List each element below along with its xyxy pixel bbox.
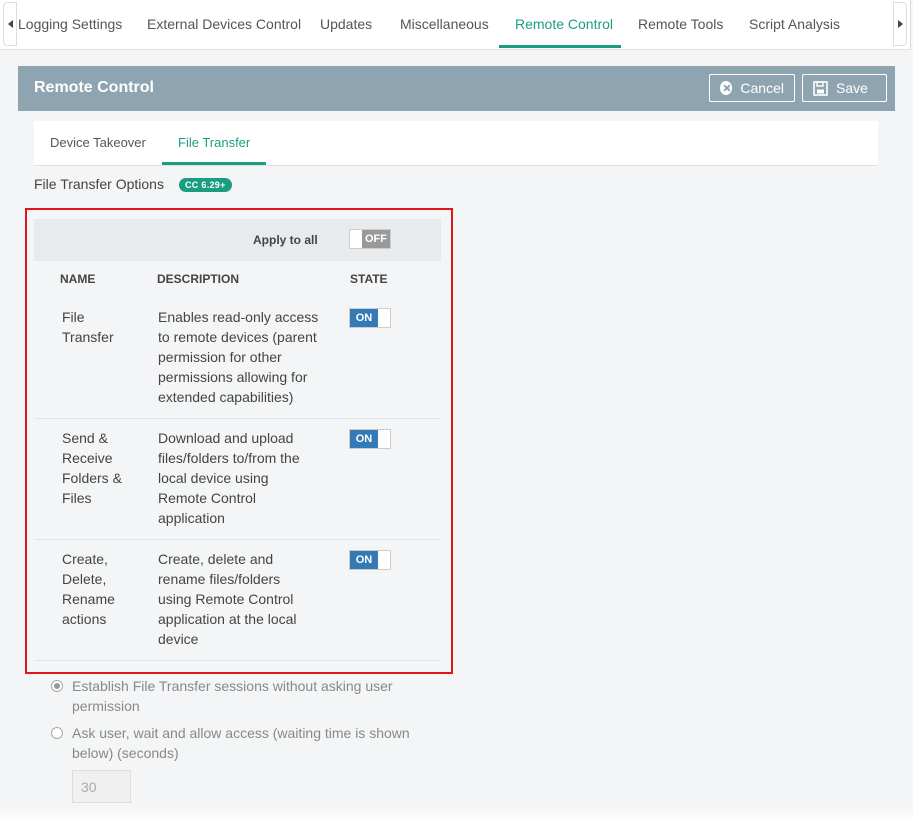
cancel-button[interactable]: Cancel — [709, 74, 795, 102]
cancel-button-label: Cancel — [740, 80, 784, 96]
chevron-left-icon — [7, 20, 13, 28]
tab-script-analysis[interactable]: Script Analysis — [749, 0, 840, 48]
close-circle-icon — [720, 81, 733, 95]
sub-tab-bar: Device Takeover File Transfer — [34, 121, 878, 166]
tab-remote-tools[interactable]: Remote Tools — [638, 0, 723, 48]
active-subtab-indicator — [162, 162, 266, 165]
tab-remote-control[interactable]: Remote Control — [515, 0, 613, 48]
version-badge: CC 6.29+ — [179, 178, 232, 192]
radio-no-permission[interactable] — [51, 680, 63, 692]
section-title: File Transfer Options — [34, 176, 164, 192]
floppy-disk-icon — [813, 80, 828, 96]
scroll-right-button[interactable] — [893, 2, 907, 46]
torn-edge — [0, 808, 913, 839]
radio-ask-user-label[interactable]: Ask user, wait and allow access (waiting… — [72, 723, 410, 763]
tab-updates[interactable]: Updates — [320, 0, 372, 48]
radio-label-line: Ask user, wait and allow access (waiting… — [72, 725, 410, 741]
tab-file-transfer[interactable]: File Transfer — [178, 121, 250, 164]
save-button-label: Save — [836, 80, 868, 96]
radio-label-line: Establish File Transfer sessions without… — [72, 678, 393, 694]
save-button[interactable]: Save — [802, 74, 887, 102]
tab-external-devices-control[interactable]: External Devices Control — [147, 0, 301, 48]
page-title: Remote Control — [34, 79, 154, 96]
radio-ask-user[interactable] — [51, 727, 63, 739]
radio-label-line: permission — [72, 698, 140, 714]
radio-label-line: below) (seconds) — [72, 745, 179, 761]
panel-header: Remote Control Cancel Save — [18, 66, 895, 111]
tab-logging-settings[interactable]: Logging Settings — [18, 0, 122, 48]
scroll-left-button[interactable] — [3, 2, 17, 46]
tab-miscellaneous[interactable]: Miscellaneous — [400, 0, 489, 48]
active-tab-indicator — [499, 45, 621, 48]
settings-tab-bar: Logging Settings External Devices Contro… — [0, 0, 911, 50]
radio-no-permission-label[interactable]: Establish File Transfer sessions without… — [72, 676, 393, 716]
tab-device-takeover[interactable]: Device Takeover — [50, 121, 146, 164]
wait-seconds-input[interactable] — [72, 770, 131, 803]
chevron-right-icon — [897, 20, 903, 28]
highlight-box — [25, 208, 453, 674]
